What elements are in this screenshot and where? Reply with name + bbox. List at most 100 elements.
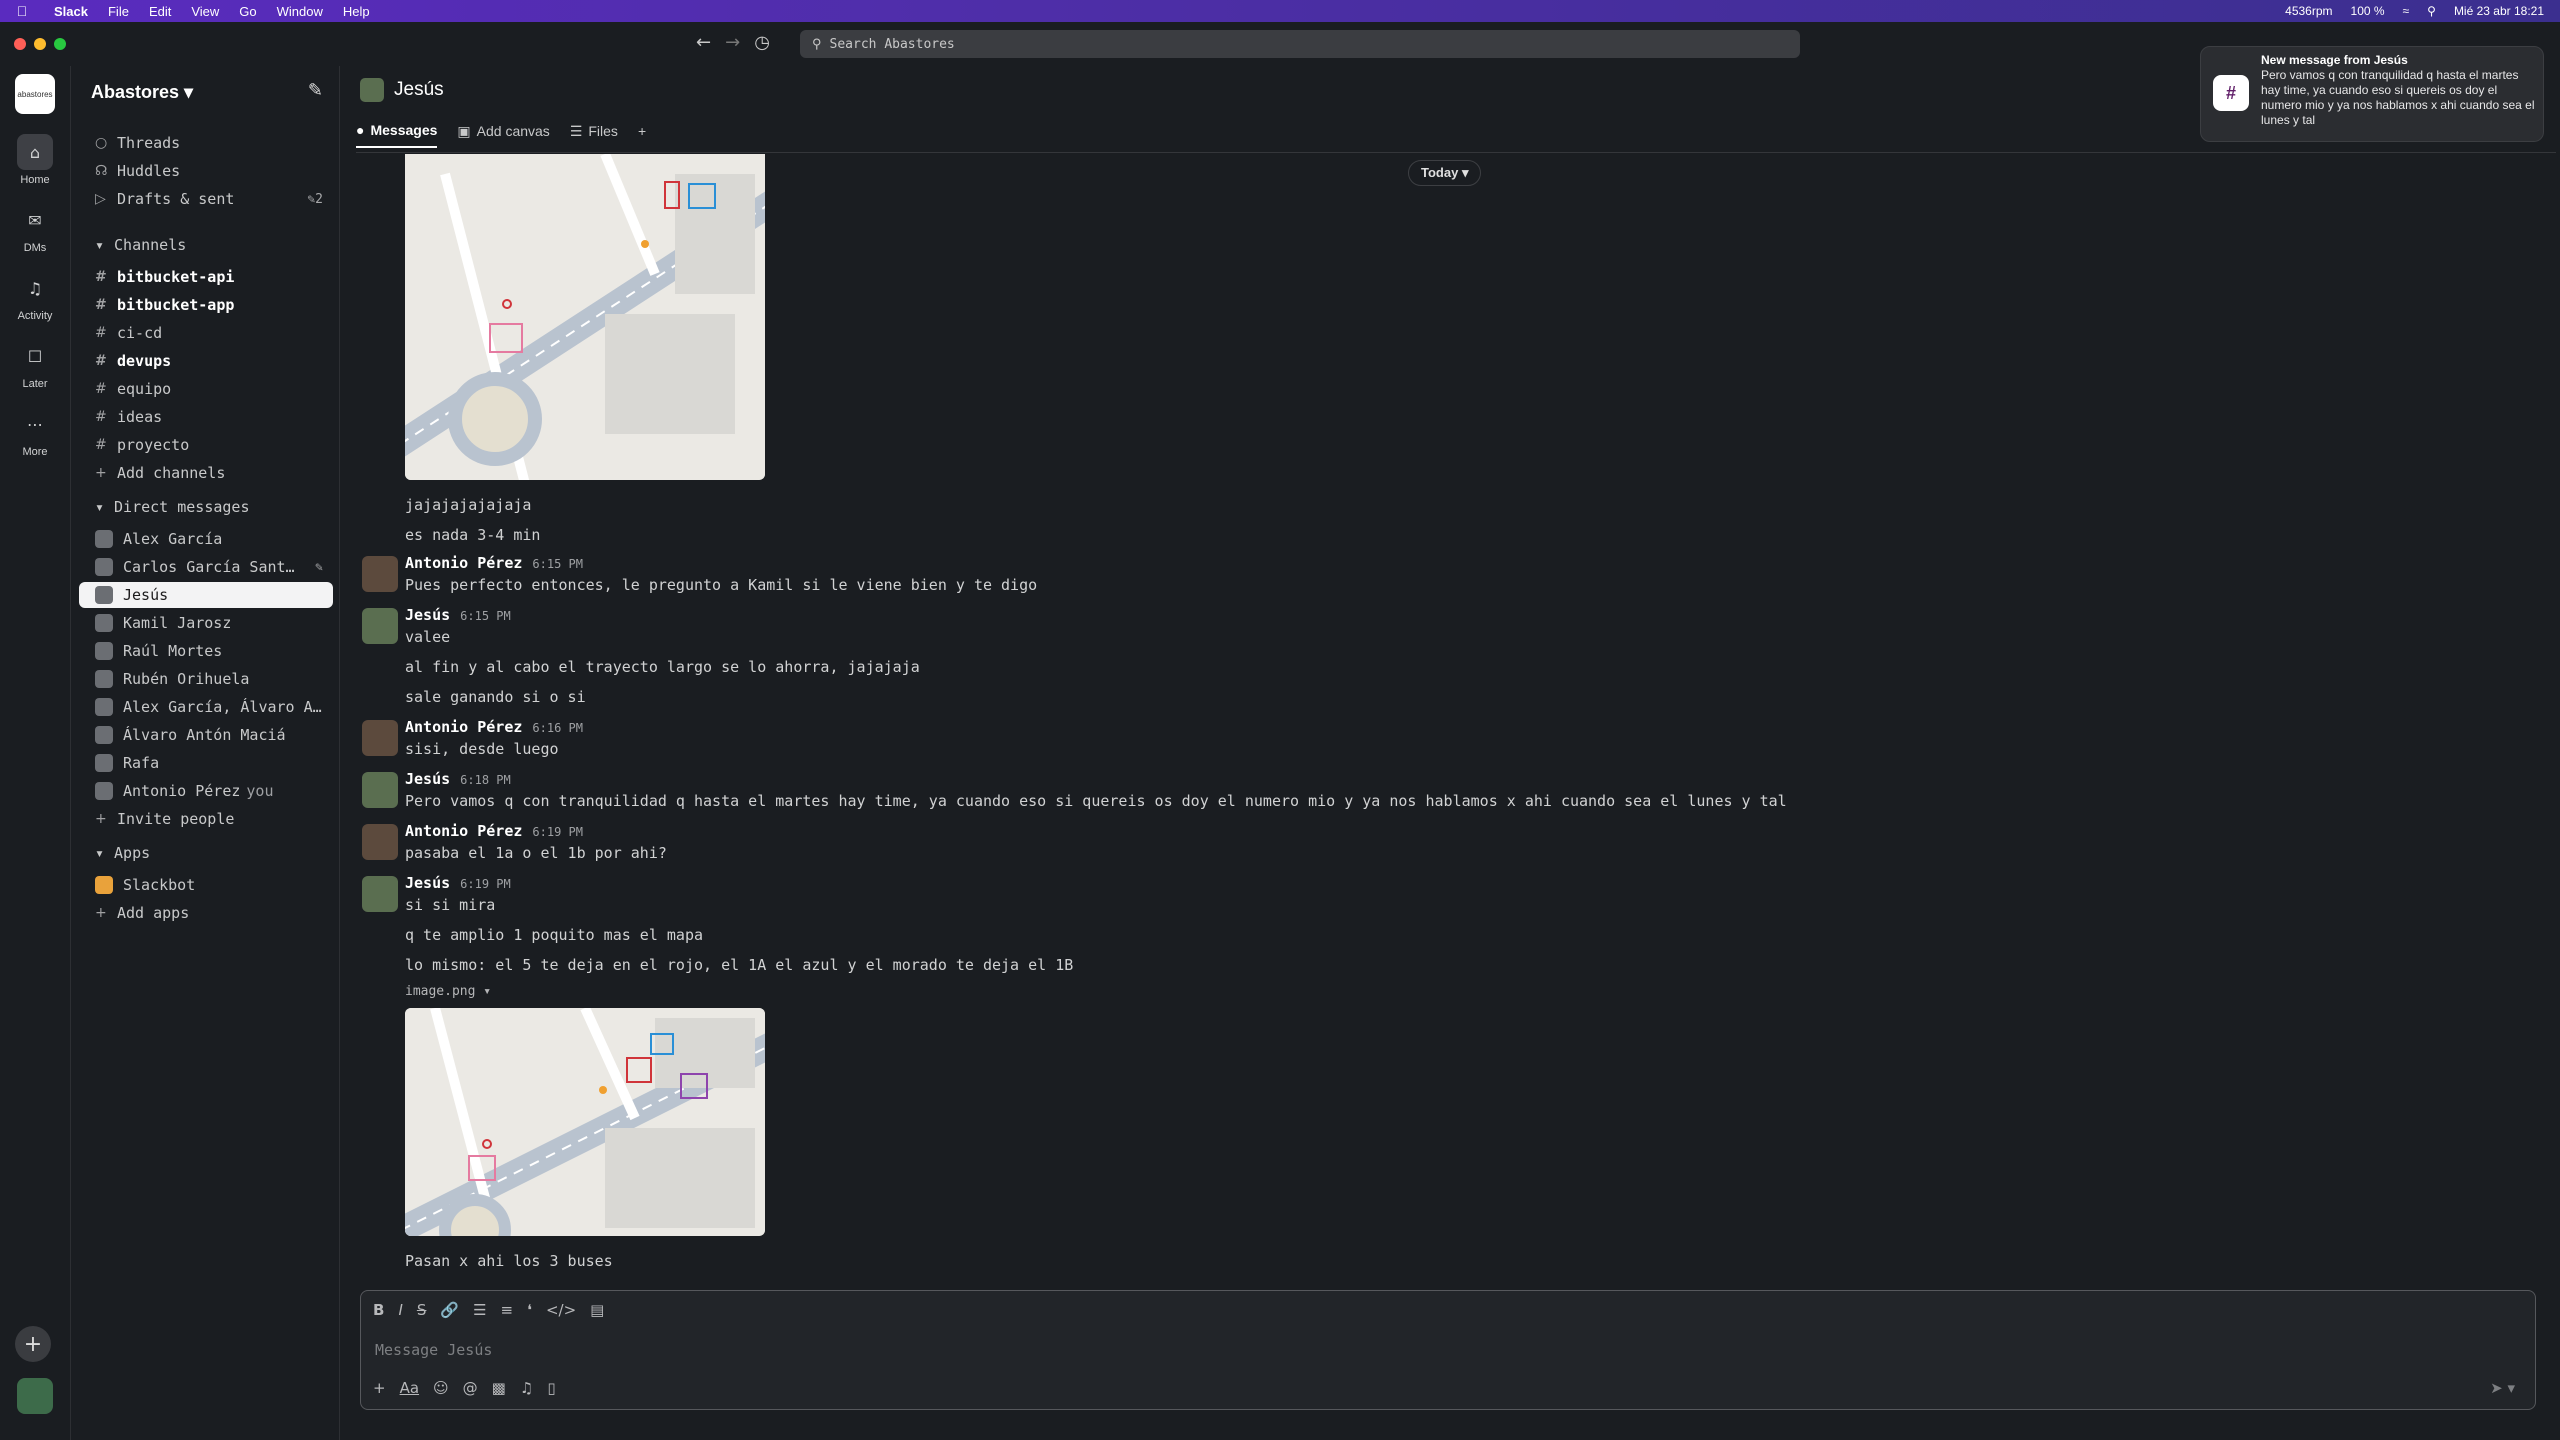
code-icon[interactable]: </> bbox=[546, 1301, 576, 1319]
file-name-toggle[interactable]: image.png ▾ bbox=[405, 984, 491, 999]
emoji-icon[interactable]: ☺ bbox=[433, 1379, 449, 1397]
workspace-name[interactable]: Abastores ▾ bbox=[91, 82, 193, 103]
sidebar-channel-bitbucket-app[interactable]: # bitbucket-app bbox=[79, 292, 333, 318]
notification-banner[interactable]: # New message from Jesús Pero vamos q co… bbox=[2200, 46, 2544, 142]
rail-activity[interactable]: ♫ Activity bbox=[0, 270, 70, 323]
bullet-list-icon[interactable]: ≡ bbox=[501, 1301, 514, 1319]
close-window-button[interactable] bbox=[14, 38, 26, 50]
channel-header[interactable]: Jesús bbox=[360, 78, 444, 102]
sidebar-dm-antonio-perez[interactable]: Antonio Pérez you bbox=[79, 778, 333, 804]
add-plus-button[interactable]: + bbox=[15, 1326, 51, 1362]
ordered-list-icon[interactable]: ☰ bbox=[473, 1301, 486, 1319]
strikethrough-icon[interactable]: S bbox=[417, 1301, 427, 1319]
message-author[interactable]: Antonio Pérez bbox=[405, 822, 522, 840]
sidebar-channel-ideas[interactable]: # ideas bbox=[79, 404, 333, 430]
sidebar-channel-proyecto[interactable]: # proyecto bbox=[79, 432, 333, 458]
menu-edit[interactable]: Edit bbox=[139, 4, 181, 19]
slash-command-icon[interactable]: ▯ bbox=[547, 1379, 555, 1397]
message-author[interactable]: Jesús bbox=[405, 770, 450, 788]
sidebar-dm-rafa[interactable]: Rafa bbox=[79, 750, 333, 776]
message-time[interactable]: 6:15 PM bbox=[532, 557, 583, 571]
avatar[interactable] bbox=[362, 608, 398, 644]
sidebar-dm-alvaro-anton[interactable]: Álvaro Antón Maciá bbox=[79, 722, 333, 748]
rpm-status[interactable]: 4536rpm bbox=[2285, 4, 2332, 18]
sidebar-dm-jesus[interactable]: Jesús bbox=[79, 582, 333, 608]
menu-file[interactable]: File bbox=[98, 4, 139, 19]
apps-section-header[interactable]: ▾ Apps bbox=[95, 844, 150, 862]
avatar[interactable] bbox=[362, 876, 398, 912]
battery-status[interactable]: 100 % bbox=[2351, 4, 2385, 18]
code-block-icon[interactable]: ▤ bbox=[590, 1301, 604, 1319]
tab-add-canvas[interactable]: ▣ Add canvas bbox=[457, 122, 549, 148]
sidebar-app-slackbot[interactable]: Slackbot bbox=[79, 872, 333, 898]
microphone-icon[interactable]: ♫ bbox=[520, 1379, 533, 1397]
history-icon[interactable]: ◷ bbox=[754, 32, 770, 53]
message-author[interactable]: Jesús bbox=[405, 606, 450, 624]
send-button[interactable]: ➤ ▾ bbox=[2490, 1379, 2515, 1397]
sidebar-item-drafts[interactable]: ▷ Drafts & sent ✎2 bbox=[79, 186, 333, 212]
message-author[interactable]: Antonio Pérez bbox=[405, 554, 522, 572]
tab-files[interactable]: ☰ Files bbox=[570, 122, 618, 148]
menu-window[interactable]: Window bbox=[267, 4, 333, 19]
mention-icon[interactable]: @ bbox=[463, 1379, 478, 1397]
sidebar-dm-carlos-garcia[interactable]: Carlos García Sant… ✎ bbox=[79, 554, 333, 580]
sidebar-channel-devups[interactable]: # devups bbox=[79, 348, 333, 374]
user-avatar[interactable] bbox=[17, 1378, 53, 1414]
map-image-2[interactable] bbox=[405, 1008, 765, 1236]
clock[interactable]: Mié 23 abr 18:21 bbox=[2454, 4, 2544, 18]
channels-section-header[interactable]: ▾ Channels bbox=[95, 236, 186, 254]
link-icon[interactable]: 🔗 bbox=[440, 1301, 459, 1319]
sidebar-channel-equipo[interactable]: # equipo bbox=[79, 376, 333, 402]
sidebar-dm-raul-mortes[interactable]: Raúl Mortes bbox=[79, 638, 333, 664]
avatar[interactable] bbox=[362, 720, 398, 756]
menu-view[interactable]: View bbox=[181, 4, 229, 19]
dms-section-header[interactable]: ▾ Direct messages bbox=[95, 498, 250, 516]
avatar[interactable] bbox=[362, 772, 398, 808]
minimize-window-button[interactable] bbox=[34, 38, 46, 50]
video-icon[interactable]: ▩ bbox=[492, 1379, 506, 1397]
wifi-icon[interactable]: ≈ bbox=[2403, 4, 2410, 18]
sidebar-dm-alex-garcia[interactable]: Alex García bbox=[79, 526, 333, 552]
message-time[interactable]: 6:16 PM bbox=[532, 721, 583, 735]
attach-plus-icon[interactable]: + bbox=[373, 1379, 386, 1397]
sidebar-channel-ci-cd[interactable]: # ci-cd bbox=[79, 320, 333, 346]
menu-go[interactable]: Go bbox=[229, 4, 266, 19]
sidebar-dm-ruben-orihuela[interactable]: Rubén Orihuela bbox=[79, 666, 333, 692]
message-composer[interactable]: B I S 🔗 ☰ ≡ ❛ </> ▤ Message Jesús + Aa ☺… bbox=[360, 1290, 2536, 1410]
sidebar-dm-kamil-jarosz[interactable]: Kamil Jarosz bbox=[79, 610, 333, 636]
menu-app[interactable]: Slack bbox=[44, 4, 98, 19]
message-time[interactable]: 6:18 PM bbox=[460, 773, 511, 787]
message-author[interactable]: Antonio Pérez bbox=[405, 718, 522, 736]
sidebar-channel-bitbucket-api[interactable]: # bitbucket-api bbox=[79, 264, 333, 290]
compose-icon[interactable]: ✎ bbox=[308, 80, 323, 101]
workspace-logo[interactable]: abastores bbox=[15, 74, 55, 114]
sidebar-item-threads[interactable]: ○ Threads bbox=[79, 130, 333, 156]
message-time[interactable]: 6:19 PM bbox=[460, 877, 511, 891]
rail-later[interactable]: ☐ Later bbox=[0, 338, 70, 391]
invite-people-button[interactable]: + Invite people bbox=[79, 806, 333, 832]
date-divider[interactable]: Today ▾ bbox=[1408, 160, 1482, 186]
message-input[interactable]: Message Jesús bbox=[375, 1341, 492, 1359]
avatar[interactable] bbox=[362, 556, 398, 592]
search-bar[interactable]: ⚲ Search Abastores bbox=[800, 30, 1800, 58]
back-arrow-icon[interactable]: ← bbox=[696, 32, 711, 53]
add-tab-button[interactable]: + bbox=[638, 122, 646, 148]
rail-more[interactable]: ⋯ More bbox=[0, 406, 70, 459]
zoom-window-button[interactable] bbox=[54, 38, 66, 50]
bold-icon[interactable]: B bbox=[373, 1301, 384, 1319]
apple-icon[interactable]:  bbox=[0, 3, 44, 19]
text-format-icon[interactable]: Aa bbox=[400, 1379, 419, 1397]
avatar[interactable] bbox=[362, 824, 398, 860]
blockquote-icon[interactable]: ❛ bbox=[527, 1301, 532, 1319]
map-image-1[interactable] bbox=[405, 154, 765, 480]
add-channels-button[interactable]: + Add channels bbox=[79, 460, 333, 486]
menu-help[interactable]: Help bbox=[333, 4, 380, 19]
rail-dms[interactable]: ✉ DMs bbox=[0, 202, 70, 255]
message-time[interactable]: 6:19 PM bbox=[532, 825, 583, 839]
forward-arrow-icon[interactable]: → bbox=[725, 32, 740, 53]
add-apps-button[interactable]: + Add apps bbox=[79, 900, 333, 926]
message-time[interactable]: 6:15 PM bbox=[460, 609, 511, 623]
italic-icon[interactable]: I bbox=[398, 1301, 402, 1319]
message-author[interactable]: Jesús bbox=[405, 874, 450, 892]
sidebar-item-huddles[interactable]: ☊ Huddles bbox=[79, 158, 333, 184]
